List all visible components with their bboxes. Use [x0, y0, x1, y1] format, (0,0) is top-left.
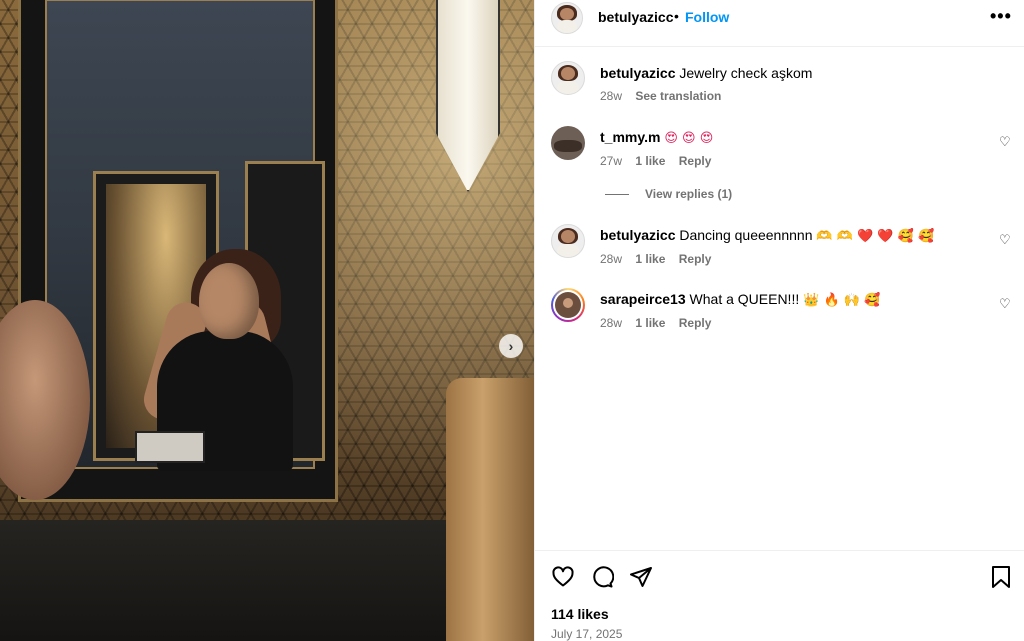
- follow-button[interactable]: Follow: [685, 9, 729, 25]
- comment-emojis: 👑 🔥 🙌 🥰: [803, 293, 881, 308]
- comment-age[interactable]: 27w: [600, 154, 622, 168]
- see-translation-button[interactable]: See translation: [635, 89, 721, 103]
- comment-emojis: 😍 😍 😍: [664, 131, 714, 146]
- header-username[interactable]: betulyazicc: [598, 9, 673, 25]
- post-date[interactable]: July 17, 2025: [551, 627, 622, 641]
- comment-age[interactable]: 28w: [600, 316, 622, 330]
- reflected-face: [199, 263, 259, 339]
- avatar[interactable]: [551, 126, 585, 160]
- avatar[interactable]: [551, 2, 583, 34]
- comment-like-count[interactable]: 1 like: [635, 316, 665, 330]
- comment-like-count[interactable]: 1 like: [635, 252, 665, 266]
- heart-icon[interactable]: ♡: [999, 297, 1013, 311]
- reply-button[interactable]: Reply: [679, 252, 712, 266]
- separator-dot: •: [674, 8, 679, 24]
- caption-body: Jewelry check aşkom: [679, 65, 813, 81]
- caption-meta: 28w See translation: [600, 89, 731, 103]
- divider-line: [605, 194, 629, 196]
- comment-username[interactable]: sarapeirce13: [600, 291, 686, 307]
- comment-body: What a QUEEN!!!: [689, 291, 800, 307]
- like-count[interactable]: 114 likes: [551, 606, 609, 622]
- comment-text: sarapeirce13 What a QUEEN!!! 👑 🔥 🙌 🥰: [600, 290, 880, 310]
- heart-icon[interactable]: ♡: [999, 135, 1013, 149]
- view-replies-button[interactable]: View replies (1): [605, 187, 732, 201]
- reply-button[interactable]: Reply: [679, 154, 712, 168]
- comment-meta: 27w 1 like Reply: [600, 154, 721, 168]
- comment-meta: 28w 1 like Reply: [600, 316, 721, 330]
- comment-username[interactable]: betulyazicc: [600, 227, 675, 243]
- comment-meta: 28w 1 like Reply: [600, 252, 721, 266]
- send-icon[interactable]: [628, 564, 654, 590]
- comment-body: Dancing queeennnnn: [679, 227, 813, 243]
- comment-icon[interactable]: [589, 564, 615, 590]
- comment-age[interactable]: 28w: [600, 252, 622, 266]
- post-actions: 114 likes July 17, 2025: [535, 550, 1024, 641]
- caption-text: betulyazicc Jewelry check aşkom: [600, 64, 812, 82]
- comment-username[interactable]: t_mmy.m: [600, 129, 660, 145]
- caption-age[interactable]: 28w: [600, 89, 622, 103]
- comment-emojis: 🫶 🫶 ❤️ ❤️ 🥰 🥰: [816, 229, 935, 244]
- comment-like-count[interactable]: 1 like: [635, 154, 665, 168]
- comment-text: betulyazicc Dancing queeennnnn 🫶 🫶 ❤️ ❤️…: [600, 226, 934, 246]
- caption-username[interactable]: betulyazicc: [600, 65, 675, 81]
- avatar[interactable]: [551, 224, 585, 258]
- chevron-right-icon[interactable]: ›: [499, 334, 523, 358]
- avatar[interactable]: [551, 288, 585, 322]
- avatar[interactable]: [551, 61, 585, 95]
- bookmark-icon[interactable]: [988, 564, 1014, 590]
- more-horizontal-icon[interactable]: •••: [990, 6, 1012, 27]
- heart-icon[interactable]: [550, 564, 576, 590]
- reply-button[interactable]: Reply: [679, 316, 712, 330]
- heart-icon[interactable]: ♡: [999, 233, 1013, 247]
- post-photo[interactable]: ›: [0, 0, 534, 641]
- post-header: betulyazicc • Follow •••: [535, 0, 1024, 47]
- gold-bin: [446, 378, 534, 641]
- post-sidebar: betulyazicc • Follow ••• betulyazicc Jew…: [534, 0, 1024, 641]
- reflected-sign: [135, 431, 205, 463]
- comment-text: t_mmy.m 😍 😍 😍: [600, 128, 713, 148]
